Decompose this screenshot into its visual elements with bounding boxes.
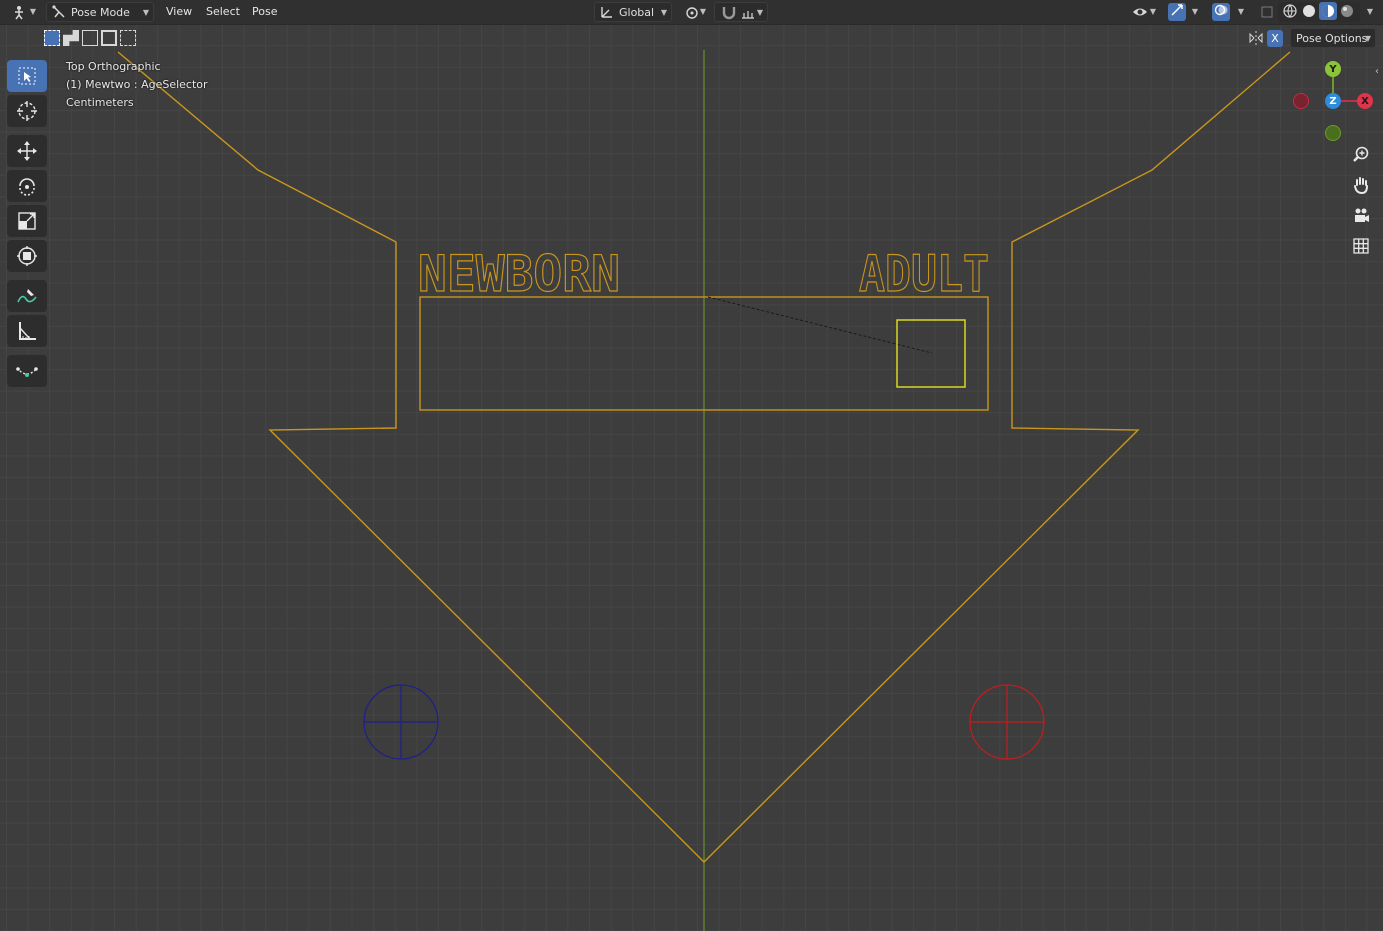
tool-header: X Pose Options ▼ — [0, 26, 1383, 50]
xray-icon — [1261, 6, 1273, 18]
pivot-point-icon — [686, 7, 698, 19]
snapping-button[interactable]: ▼ — [714, 2, 768, 22]
tool-cursor[interactable] — [7, 95, 47, 127]
tool-move[interactable] — [7, 135, 47, 167]
sidebar-toggle-icon[interactable]: ‹ — [1375, 66, 1379, 77]
mirror-icon[interactable] — [1248, 30, 1264, 46]
select-extend-icon[interactable] — [63, 30, 79, 46]
view-name: Top Orthographic — [66, 60, 161, 73]
label-newborn: NEWBORN — [418, 245, 620, 303]
rotate-icon — [19, 178, 35, 196]
menu-select[interactable]: Select — [200, 2, 246, 22]
units-label: Centimeters — [66, 96, 134, 109]
hand-icon — [1354, 177, 1368, 194]
grid-icon — [1353, 238, 1369, 254]
tool-measure[interactable] — [7, 315, 47, 347]
menu-pose[interactable]: Pose — [246, 2, 283, 22]
chevron-down-icon: ▼ — [1237, 7, 1244, 16]
tool-rotate[interactable] — [7, 170, 47, 202]
camera-view-button[interactable] — [1348, 203, 1374, 229]
tool-annotate[interactable] — [7, 280, 47, 312]
overlays-toggle[interactable]: ▼ — [1206, 2, 1248, 22]
magnet-icon — [722, 7, 736, 20]
transform-icon — [17, 246, 37, 266]
orientation-dropdown[interactable]: Global ▼ — [594, 2, 672, 22]
visibility-button[interactable]: ▼ — [1126, 2, 1160, 22]
zoom-icon — [1353, 146, 1369, 162]
rendered-icon — [1341, 5, 1353, 17]
viewport-header: ▼ Pose Mode ▼ View Select Pose Global ▼ … — [0, 0, 1383, 25]
select-new-icon[interactable] — [44, 30, 60, 46]
chevron-down-icon: ▼ — [142, 8, 149, 17]
relationship-line — [707, 296, 933, 354]
pose-armature-icon — [15, 6, 23, 20]
overlays-icon — [1212, 3, 1230, 21]
tool-select-box[interactable] — [7, 60, 47, 92]
gizmo-x-axis[interactable]: X — [1357, 93, 1373, 109]
pan-button[interactable] — [1348, 172, 1374, 198]
gizmo-z-axis[interactable]: Z — [1325, 93, 1341, 109]
select-intersect-icon[interactable] — [120, 30, 136, 46]
annotate-icon — [17, 289, 37, 303]
chevron-down-icon: ▼ — [1149, 7, 1156, 16]
object-info: (1) Mewtwo : AgeSelector — [66, 78, 208, 91]
orientation-label: Global — [619, 6, 655, 19]
camera-icon — [1355, 208, 1369, 222]
mode-dropdown[interactable]: Pose Mode ▼ — [46, 2, 154, 22]
scene-canvas[interactable]: NEWBORN ADULT — [0, 0, 1383, 931]
target-right[interactable] — [969, 684, 1045, 760]
select-invert-icon[interactable] — [101, 30, 117, 46]
move-icon — [17, 141, 37, 161]
snap-increment-icon — [741, 11, 754, 19]
gizmo-y-axis[interactable]: Y — [1325, 61, 1341, 77]
chevron-down-icon: ▼ — [699, 7, 706, 16]
target-left[interactable] — [363, 684, 439, 760]
bone-envelope-icon — [16, 367, 38, 377]
pose-options-dropdown[interactable]: Pose Options ▼ — [1290, 28, 1376, 48]
pose-mode-icon — [52, 5, 65, 18]
age-selector-handle[interactable] — [896, 319, 966, 388]
menu-view[interactable]: View — [160, 2, 198, 22]
shading-group — [1278, 2, 1360, 22]
mode-label: Pose Mode — [71, 6, 130, 19]
chevron-down-icon: ▼ — [756, 8, 763, 17]
x-mirror-toggle[interactable]: X — [1267, 30, 1283, 47]
label-adult: ADULT — [859, 245, 989, 303]
shading-options-button[interactable]: ▼ — [1360, 2, 1376, 22]
ortho-toggle-button[interactable] — [1348, 233, 1374, 259]
chevron-down-icon: ▼ — [1191, 7, 1198, 16]
tool-transform[interactable] — [7, 240, 47, 272]
gizmo-icon — [1168, 3, 1186, 21]
zoom-button[interactable] — [1348, 142, 1374, 168]
xray-toggle[interactable] — [1254, 2, 1274, 22]
chevron-down-icon: ▼ — [29, 7, 36, 16]
wireframe-icon — [1283, 4, 1297, 18]
chevron-down-icon: ▼ — [1364, 34, 1371, 43]
tool-scale[interactable] — [7, 205, 47, 237]
measure-icon — [19, 322, 36, 340]
chevron-down-icon: ▼ — [660, 8, 667, 17]
material-preview-icon — [1322, 5, 1334, 17]
pivot-point-button[interactable]: ▼ — [678, 2, 710, 22]
tool-bone-envelope[interactable] — [7, 355, 47, 387]
cursor-icon — [17, 101, 37, 121]
gizmo-toggle[interactable]: ▼ — [1162, 2, 1202, 22]
eye-icon — [1133, 8, 1147, 16]
select-subtract-icon[interactable] — [82, 30, 98, 46]
editor-type-button[interactable]: ▼ — [6, 2, 40, 22]
chevron-down-icon: ▼ — [1366, 7, 1373, 16]
pose-options-label: Pose Options — [1296, 32, 1368, 45]
select-box-icon — [18, 67, 36, 85]
3d-viewport[interactable]: NEWBORN ADULT — [0, 0, 1383, 931]
transform-orientation-icon — [601, 7, 612, 18]
solid-icon — [1303, 5, 1315, 17]
scale-icon — [18, 212, 36, 230]
shading-icons — [1283, 2, 1353, 20]
